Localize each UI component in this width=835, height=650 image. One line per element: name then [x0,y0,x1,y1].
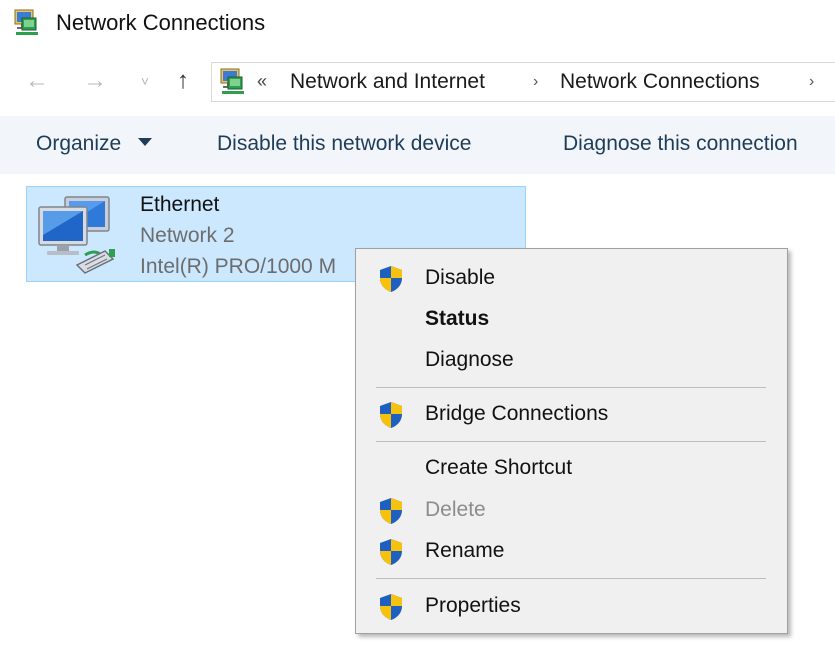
menu-item-label: Properties [425,594,521,617]
connection-adapter: Intel(R) PRO/1000 M [140,255,337,278]
ethernet-adapter-icon [38,196,115,274]
menu-item-diagnose[interactable]: Diagnose [356,340,787,380]
network-connections-icon [220,68,244,94]
breadcrumb-network-connections[interactable]: Network Connections [560,70,760,94]
shield-icon [380,594,402,620]
menu-separator [376,578,766,579]
organize-button[interactable]: Organize [36,132,121,156]
breadcrumb-overflow-button[interactable]: « [257,71,267,92]
menu-item-label: Delete [425,498,486,521]
breadcrumb-separator-icon[interactable]: › [809,73,814,91]
address-bar[interactable]: « Network and Internet › Network Connect… [211,62,835,102]
menu-item-properties[interactable]: Properties [356,586,787,626]
up-button[interactable]: ↑ [168,66,198,96]
menu-item-create-shortcut[interactable]: Create Shortcut [356,448,787,488]
shield-icon [380,539,402,565]
shield-icon [380,402,402,428]
forward-button[interactable]: → [80,66,110,96]
menu-item-rename[interactable]: Rename [356,531,787,571]
breadcrumb-separator-icon[interactable]: › [533,73,538,91]
back-arrow-icon: ← [25,67,49,94]
menu-item-delete[interactable]: Delete [356,490,787,530]
network-connections-icon [14,9,38,35]
navigation-bar: ← → ˅ ↑ « Network and Internet › Network [0,58,835,108]
network-connections-window: Network Connections ← → ˅ ↑ « Network an… [0,0,835,650]
menu-item-label: Diagnose [425,348,514,371]
menu-item-label: Status [425,307,490,330]
command-bar: Organize Disable this network device Dia… [0,116,835,174]
shield-icon [380,498,402,524]
context-menu: Disable Status Diagnose Bridge Connectio… [355,248,788,634]
connection-name: Ethernet [140,193,220,216]
connection-network: Network 2 [140,224,235,247]
window-title: Network Connections [56,10,266,35]
back-button[interactable]: ← [22,66,52,96]
recent-locations-button[interactable]: ˅ [130,66,160,96]
diagnose-connection-button[interactable]: Diagnose this connection [563,132,798,156]
caret-down-icon[interactable] [138,138,152,146]
menu-item-label: Bridge Connections [425,402,609,425]
menu-separator [376,441,766,442]
menu-item-label: Disable [425,266,496,289]
title-bar: Network Connections [0,0,835,46]
menu-item-disable[interactable]: Disable [356,258,787,298]
shield-icon [380,266,402,292]
up-arrow-icon: ↑ [177,67,189,94]
disable-device-button[interactable]: Disable this network device [217,132,471,156]
menu-item-bridge-connections[interactable]: Bridge Connections [356,394,787,434]
menu-item-status[interactable]: Status [356,299,787,339]
menu-separator [376,387,766,388]
forward-arrow-icon: → [83,67,107,94]
breadcrumb-network-and-internet[interactable]: Network and Internet [290,70,485,94]
menu-item-label: Create Shortcut [425,456,573,479]
chevron-down-icon: ˅ [140,73,150,89]
menu-item-label: Rename [425,539,505,562]
